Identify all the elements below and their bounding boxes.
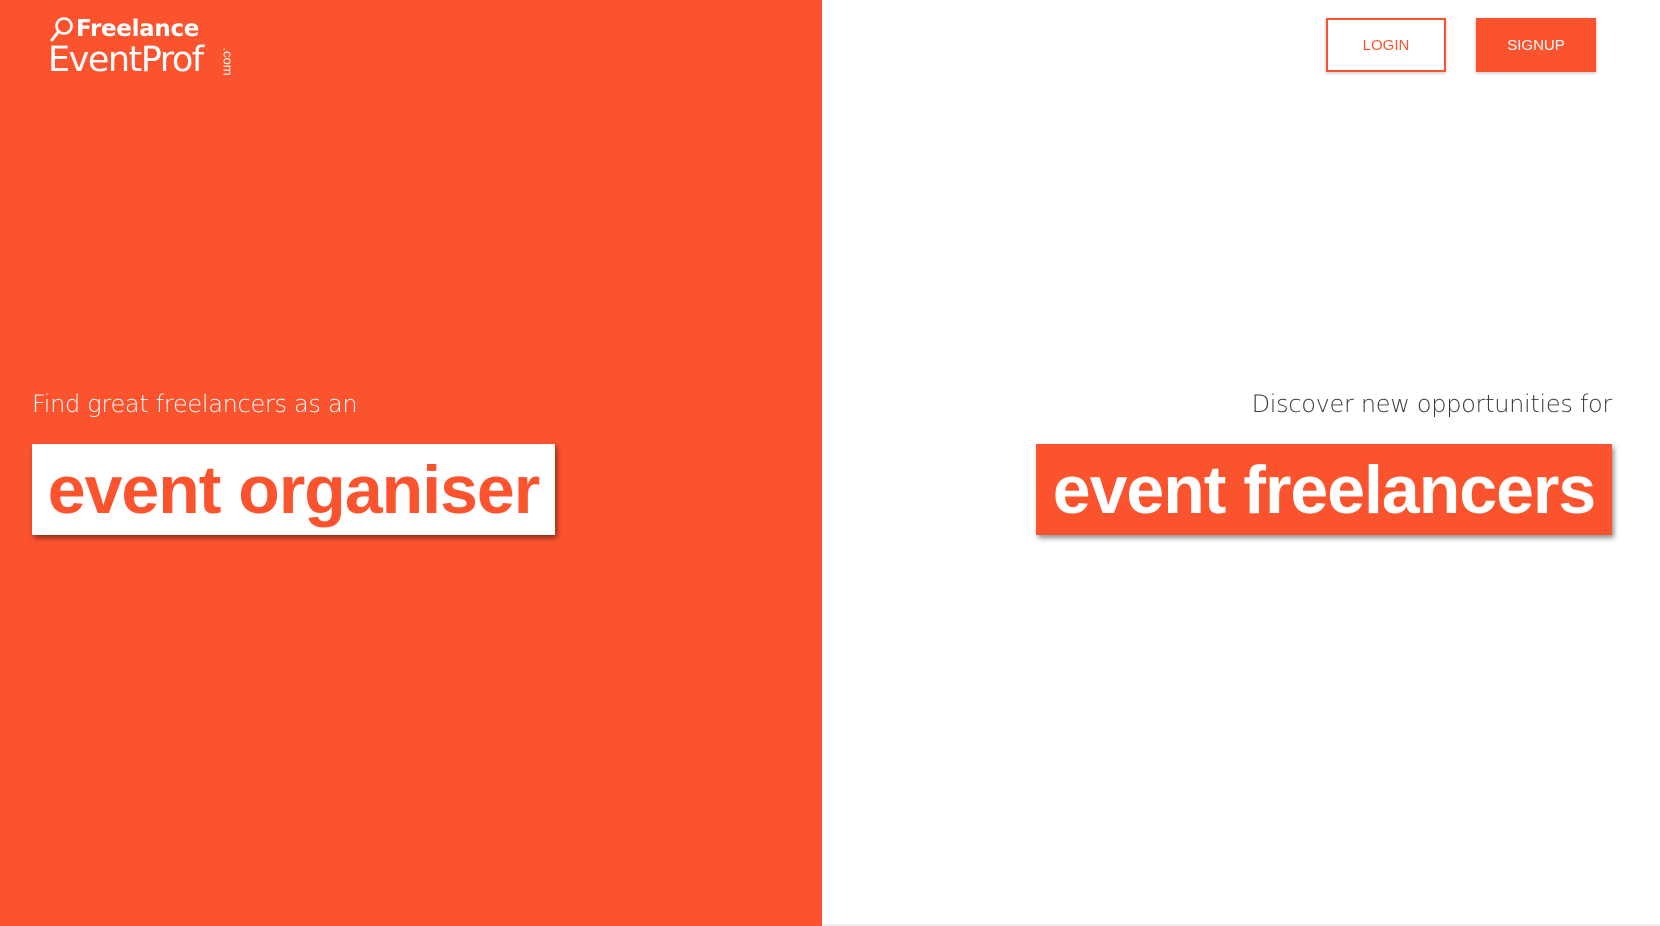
- organiser-subtitle: Find great freelancers as an: [32, 390, 358, 418]
- logo-tld-wrapper: .com: [220, 42, 250, 82]
- logo-text-tld: .com: [220, 47, 236, 76]
- logo-text-eventprof: EventProf: [48, 40, 204, 80]
- event-organiser-button[interactable]: event organiser: [32, 444, 555, 535]
- logo-text-freelance: Freelance: [76, 16, 200, 42]
- signup-button[interactable]: SIGNUP: [1476, 18, 1596, 72]
- event-freelancers-label: event freelancers: [1052, 451, 1596, 528]
- login-button[interactable]: LOGIN: [1326, 18, 1446, 72]
- event-freelancers-button[interactable]: event freelancers: [1036, 444, 1612, 535]
- freelancer-subtitle: Discover new opportunities for: [1251, 390, 1613, 418]
- logo[interactable]: Freelance EventProf .com: [48, 14, 248, 80]
- event-organiser-label: event organiser: [47, 451, 540, 528]
- landing-page: Freelance EventProf .com LOGIN SIGNUP Fi…: [0, 0, 1660, 926]
